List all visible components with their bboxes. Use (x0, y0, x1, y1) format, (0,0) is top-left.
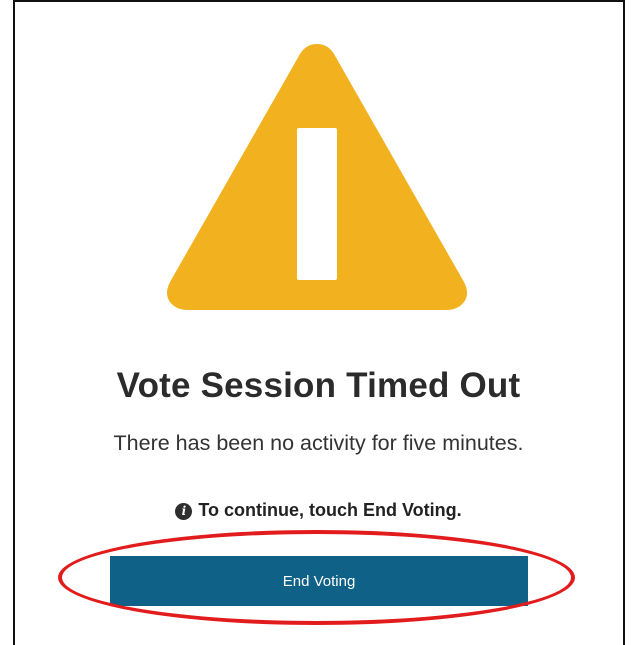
warning-triangle-icon (167, 44, 467, 310)
instruction-line: i To continue, touch End Voting. (0, 500, 637, 521)
info-icon: i (175, 503, 193, 520)
exclamation-bar (297, 128, 337, 248)
timeout-message: There has been no activity for five minu… (113, 431, 524, 455)
dialog-title: Vote Session Timed Out (116, 366, 521, 405)
end-voting-button[interactable]: End Voting (110, 556, 528, 606)
exclamation-dot (297, 242, 337, 280)
instruction-text: To continue, touch End Voting. (198, 500, 462, 520)
